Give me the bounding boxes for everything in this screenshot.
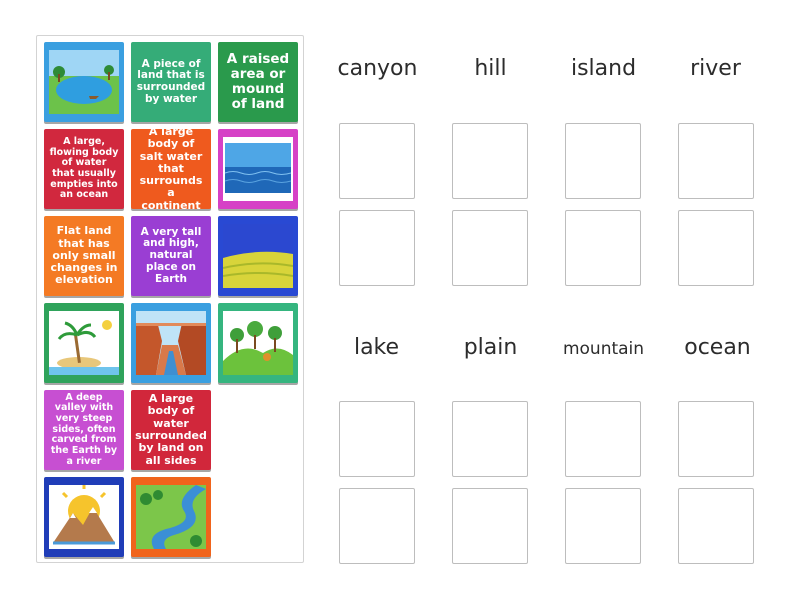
island-picture-icon: [49, 311, 119, 375]
plain-picture-icon: [223, 224, 293, 288]
drop-slot-river-2[interactable]: [678, 210, 754, 286]
card-lake-definition[interactable]: A large body of water surrounded by land…: [131, 390, 211, 470]
drop-slot-lake-1[interactable]: [339, 401, 415, 477]
card-hill-picture[interactable]: [218, 303, 298, 383]
card-plain-picture[interactable]: [218, 216, 298, 296]
drop-slot-mountain-2[interactable]: [565, 488, 641, 564]
river-picture-icon: [136, 485, 206, 549]
category-label-mountain: mountain: [562, 339, 645, 359]
card-bank: A piece of land that is surrounded by wa…: [36, 35, 304, 563]
card-island-picture[interactable]: [44, 303, 124, 383]
drop-slot-mountain-1[interactable]: [565, 401, 641, 477]
card-mountain-picture[interactable]: [44, 477, 124, 557]
category-label-island: island: [570, 56, 637, 81]
drop-slot-lake-2[interactable]: [339, 488, 415, 564]
card-plain-definition[interactable]: Flat land that has only small changes in…: [44, 216, 124, 296]
drop-slot-canyon-2[interactable]: [339, 210, 415, 286]
card-canyon-definition[interactable]: A deep valley with very steep sides, oft…: [44, 390, 124, 470]
card-mountain-definition[interactable]: A very tall and high, natural place on E…: [131, 216, 211, 296]
category-label-canyon: canyon: [337, 56, 418, 81]
drop-slot-island-1[interactable]: [565, 123, 641, 199]
drop-slot-island-2[interactable]: [565, 210, 641, 286]
hill-picture-icon: [223, 311, 293, 375]
drop-slot-plain-1[interactable]: [452, 401, 528, 477]
drop-slot-canyon-1[interactable]: [339, 123, 415, 199]
canyon-picture-icon: [136, 311, 206, 375]
card-river-picture[interactable]: [131, 477, 211, 557]
lake-picture-icon: [49, 50, 119, 114]
card-river-definition[interactable]: A large, flowing body of water that usua…: [44, 129, 124, 209]
card-ocean-definition[interactable]: A large body of salt water that surround…: [131, 129, 211, 209]
category-label-plain: plain: [463, 335, 518, 360]
card-canyon-picture[interactable]: [131, 303, 211, 383]
category-label-river: river: [690, 56, 741, 81]
card-ocean-picture[interactable]: [218, 129, 298, 209]
card-hill-definition[interactable]: A raised area or mound of land: [218, 42, 298, 122]
mountain-picture-icon: [49, 485, 119, 549]
drop-slot-hill-1[interactable]: [452, 123, 528, 199]
drop-slot-ocean-2[interactable]: [678, 488, 754, 564]
card-island-definition[interactable]: A piece of land that is surrounded by wa…: [131, 42, 211, 122]
drop-slot-plain-2[interactable]: [452, 488, 528, 564]
category-label-lake: lake: [353, 335, 400, 360]
ocean-picture-icon: [223, 137, 293, 201]
card-lake-picture[interactable]: [44, 42, 124, 122]
category-label-hill: hill: [474, 56, 507, 81]
drop-slot-river-1[interactable]: [678, 123, 754, 199]
drop-slot-hill-2[interactable]: [452, 210, 528, 286]
category-label-ocean: ocean: [684, 335, 751, 360]
drop-slot-ocean-1[interactable]: [678, 401, 754, 477]
